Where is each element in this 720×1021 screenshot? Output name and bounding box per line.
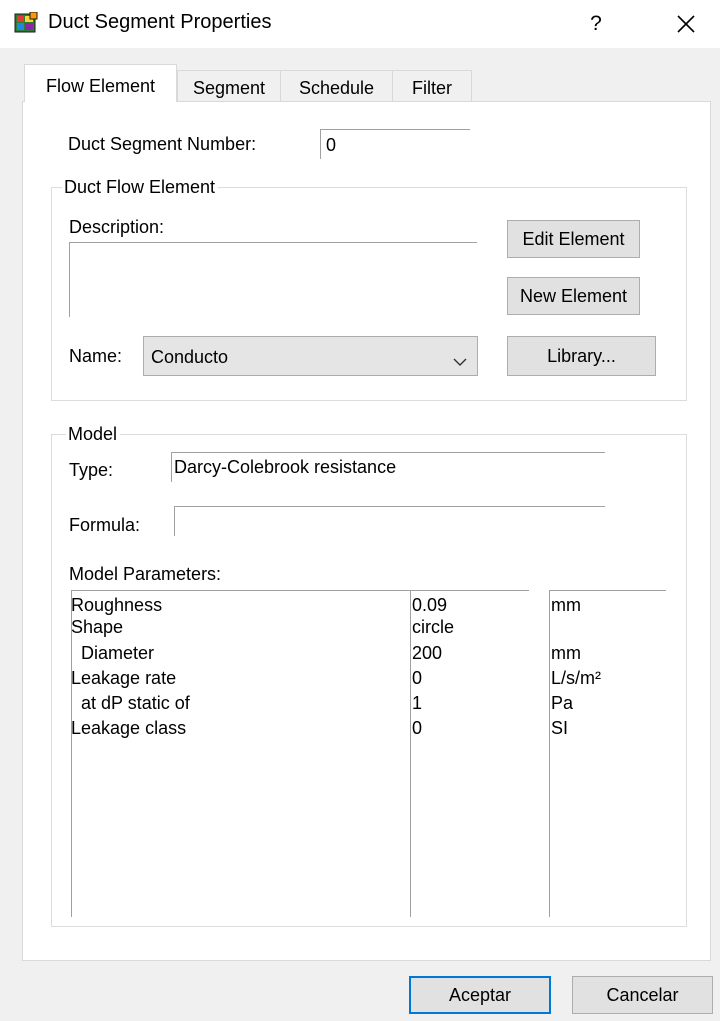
tab-segment[interactable]: Segment	[177, 70, 281, 102]
formula-label: Formula:	[69, 515, 141, 535]
tab-filter[interactable]: Filter	[392, 70, 472, 102]
name-select[interactable]: Conducto	[143, 336, 478, 376]
new-element-button[interactable]: New Element	[507, 277, 640, 315]
param-name: Leakage rate	[71, 668, 177, 688]
library-button[interactable]: Library...	[507, 336, 656, 376]
model-params-label: Model Parameters:	[69, 564, 222, 584]
param-unit: L/s/m²	[551, 668, 602, 688]
param-value: 1	[412, 693, 423, 713]
param-value: circle	[412, 617, 455, 637]
param-value: 0	[412, 668, 423, 688]
segment-number-input[interactable]: 0	[320, 129, 470, 159]
cancel-button[interactable]: Cancelar	[572, 976, 713, 1014]
param-unit: Pa	[551, 693, 574, 713]
param-name: Shape	[71, 617, 124, 637]
tab-label: Schedule	[298, 78, 375, 98]
description-label: Description:	[69, 217, 165, 237]
param-name: Leakage class	[71, 718, 187, 738]
ok-button[interactable]: Aceptar	[409, 976, 551, 1014]
param-name: at dP static of	[71, 693, 190, 713]
close-button[interactable]	[666, 7, 706, 41]
param-unit: mm	[551, 595, 581, 615]
tab-label: Filter	[412, 78, 452, 98]
description-input[interactable]	[69, 242, 477, 317]
name-select-value: Conducto	[151, 347, 229, 367]
param-value: 0.09	[412, 595, 448, 615]
flow-element-group-title: Duct Flow Element	[62, 177, 219, 198]
type-label: Type:	[69, 460, 114, 480]
tab-flow-element[interactable]: Flow Element	[24, 64, 177, 102]
param-value: 0	[412, 718, 423, 738]
param-name: Diameter	[71, 643, 155, 663]
param-unit: mm	[551, 643, 581, 663]
param-unit: SI	[551, 718, 569, 738]
tab-label: Flow Element	[45, 76, 156, 96]
edit-element-button[interactable]: Edit Element	[507, 220, 640, 258]
params-table[interactable]: Roughness Shape Diameter Leakage rate at…	[71, 590, 667, 917]
close-icon	[677, 15, 695, 33]
type-value: Darcy-Colebrook resistance	[174, 457, 397, 477]
model-group-title: Model	[66, 424, 121, 445]
name-label: Name:	[69, 346, 123, 366]
formula-field	[174, 506, 605, 536]
param-name: Roughness	[71, 595, 163, 615]
tab-panel: Duct Segment Number: 0 Duct Flow Element…	[22, 101, 711, 961]
help-button[interactable]: ?	[581, 9, 611, 39]
window-title: Duct Segment Properties	[48, 11, 272, 33]
param-value: 200	[412, 643, 443, 663]
tab-schedule[interactable]: Schedule	[280, 70, 393, 102]
app-icon	[14, 11, 38, 34]
chevron-down-icon	[453, 351, 467, 372]
type-field: Darcy-Colebrook resistance	[171, 452, 605, 482]
title-bar: Duct Segment Properties ?	[0, 0, 720, 48]
tab-label: Segment	[192, 78, 266, 98]
segment-number-value: 0	[326, 135, 337, 155]
segment-number-label: Duct Segment Number:	[68, 134, 257, 154]
